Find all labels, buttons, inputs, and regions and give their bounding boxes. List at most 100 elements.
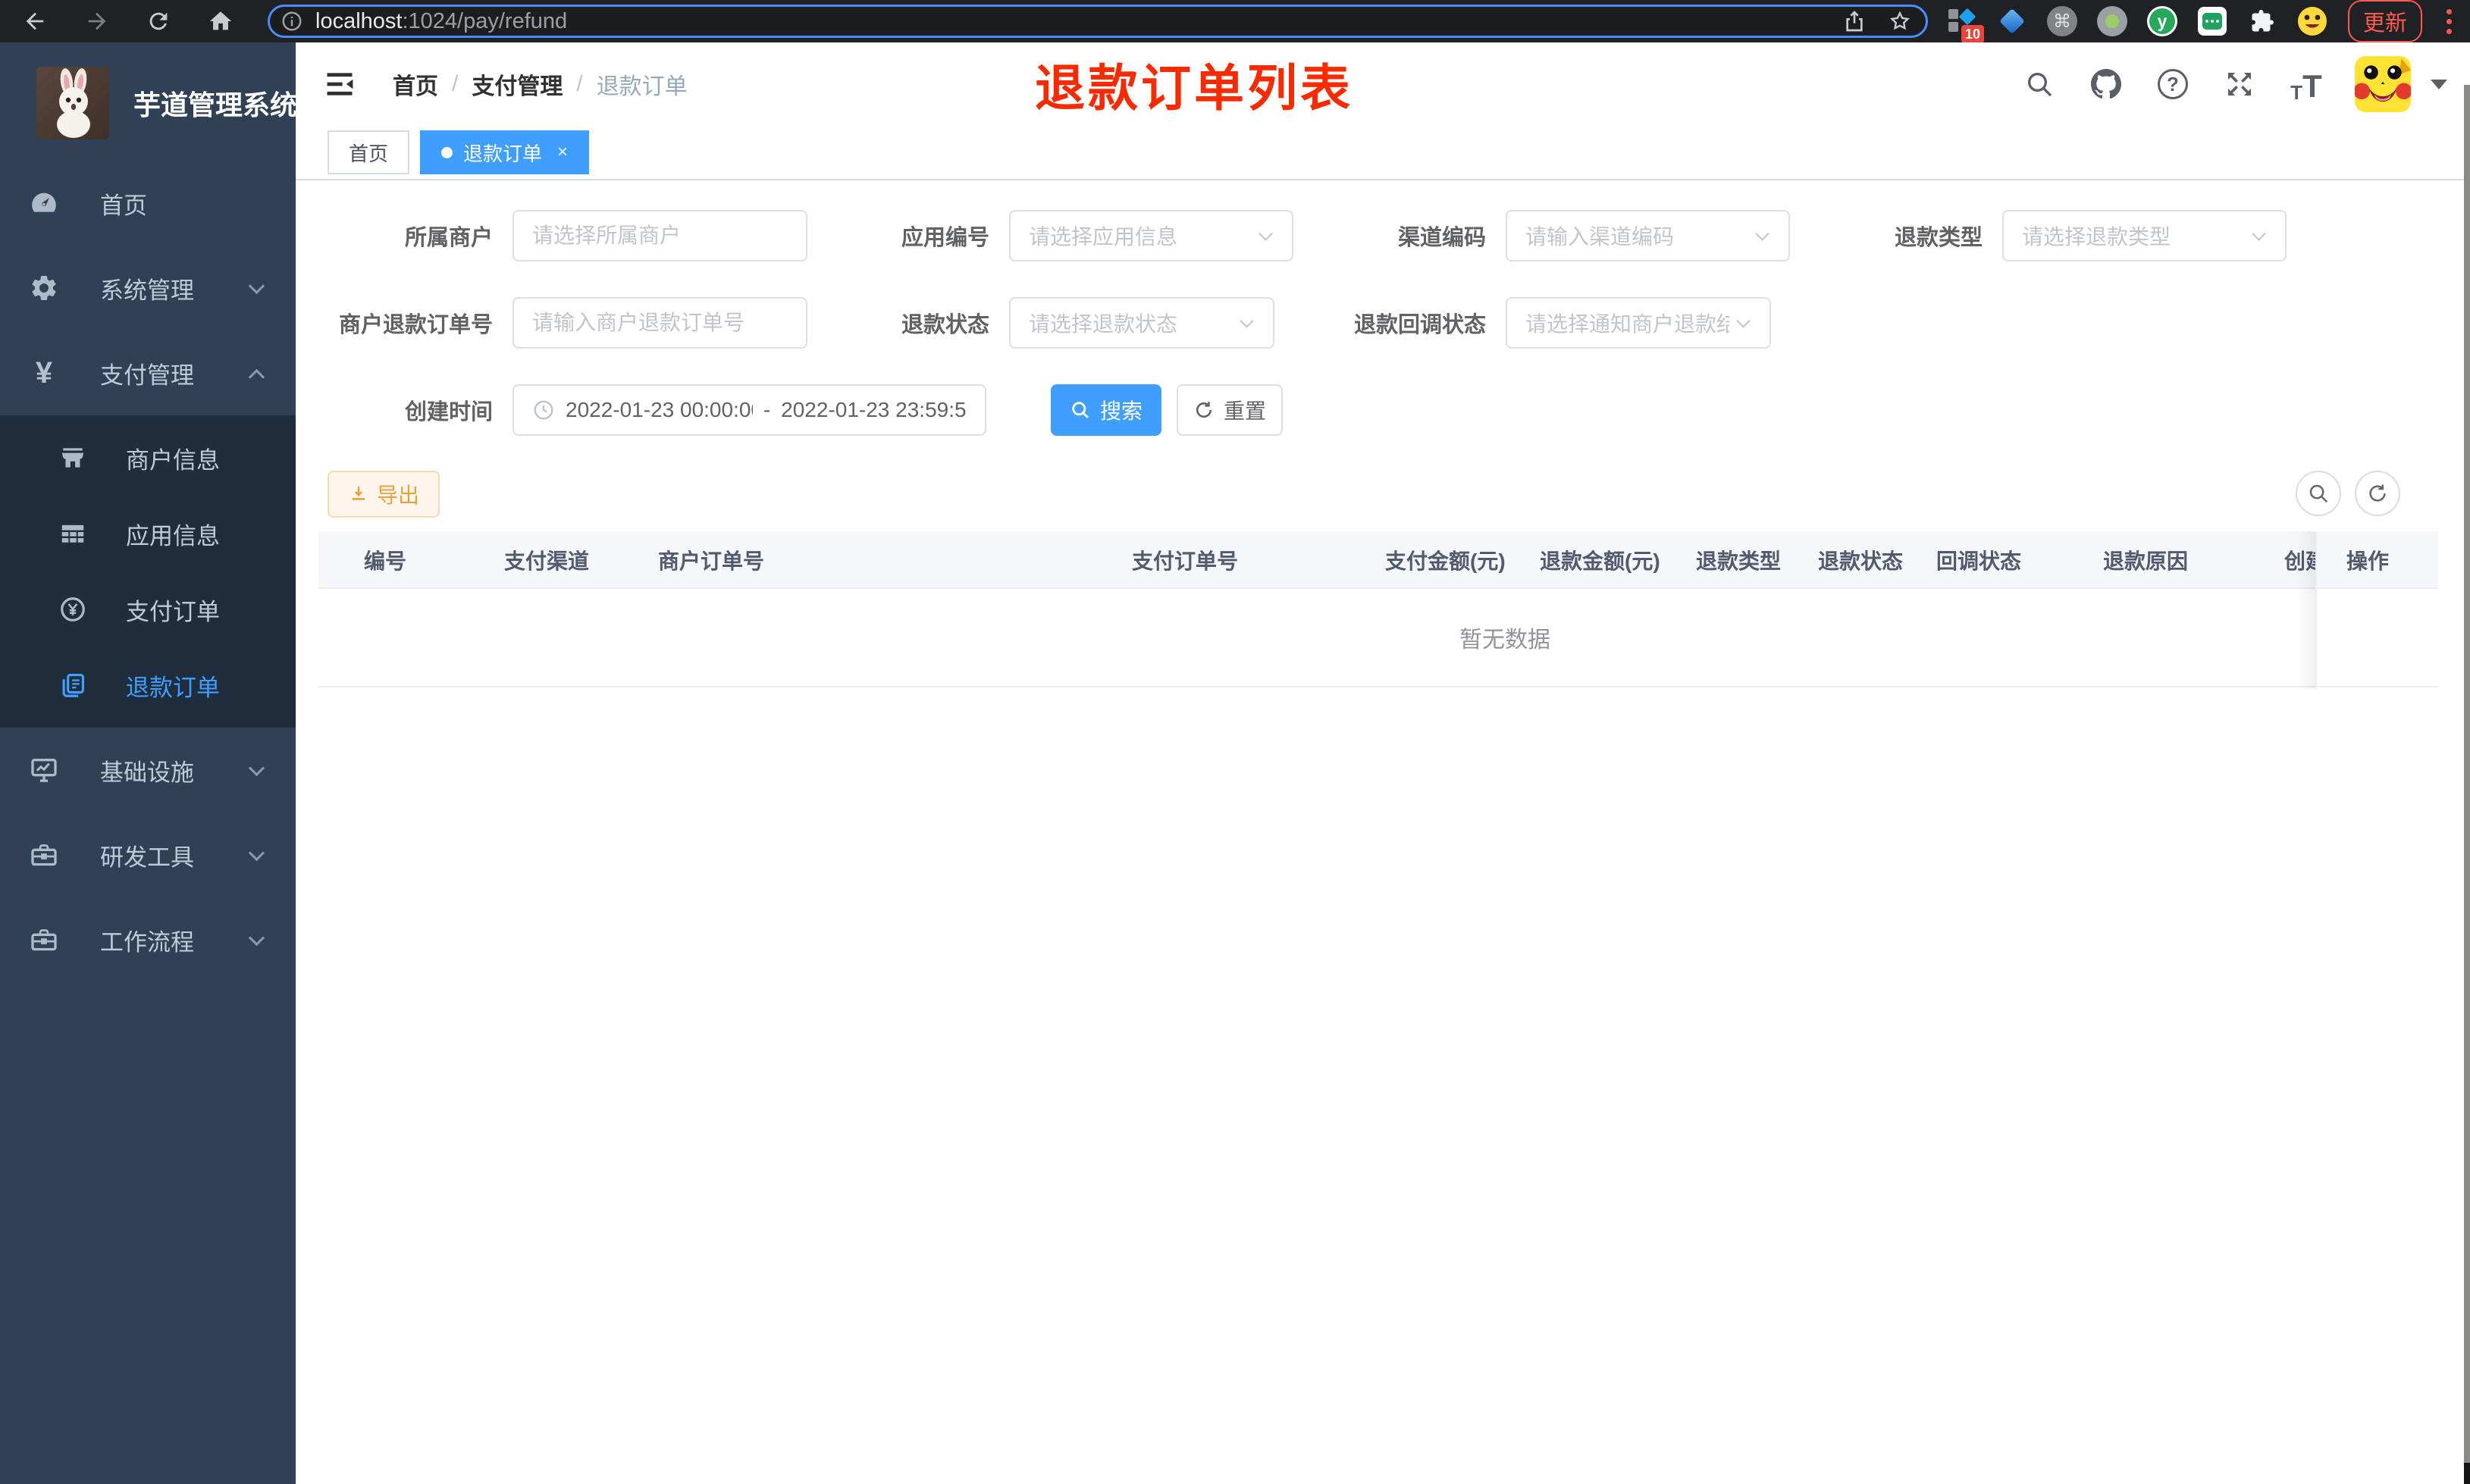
table-header: 编号 支付渠道 商户订单号 支付订单号 支付金额(元) 退款金额(元) 退款类型…	[318, 531, 2438, 589]
avatar-caret-icon[interactable]	[2431, 79, 2447, 89]
refund-type-select[interactable]: 请选择退款类型	[2002, 210, 2287, 261]
merchant-input[interactable]	[512, 210, 807, 261]
merchant-refund-no-field[interactable]	[532, 311, 788, 335]
browser-update-button[interactable]: 更新	[2348, 0, 2423, 42]
refund-table: 编号 支付渠道 商户订单号 支付订单号 支付金额(元) 退款金额(元) 退款类型…	[318, 531, 2438, 689]
browser-forward-icon[interactable]	[82, 5, 112, 38]
search-icon[interactable]	[2021, 66, 2058, 102]
fullscreen-icon[interactable]	[2221, 66, 2258, 102]
extension-grid-icon[interactable]: 10	[1946, 5, 1984, 43]
chevron-down-icon	[248, 844, 265, 862]
tag-home[interactable]: 首页	[328, 130, 410, 174]
date-range-end[interactable]: 2022-01-23 23:59:59	[781, 398, 967, 422]
merchant-refund-no-input[interactable]	[512, 297, 807, 349]
dashboard-icon	[27, 186, 61, 220]
filter-row-3: 创建时间 2022-01-23 00:00:00 - 2022-01-23 23…	[296, 384, 2470, 437]
github-icon[interactable]	[2088, 66, 2124, 102]
sidebar-item-merchant-info[interactable]: 商户信息	[0, 420, 296, 496]
filter-row-2: 商户退款订单号 退款状态 请选择退款状态 退款回调状态 请选择通知商户退款结果	[296, 296, 2470, 349]
font-size-icon[interactable]: TT	[2288, 66, 2324, 103]
breadcrumb-home[interactable]: 首页	[393, 67, 438, 101]
select-caret-icon	[2252, 226, 2266, 241]
column-header: 支付渠道	[504, 549, 590, 573]
reset-button[interactable]: 重置	[1177, 384, 1283, 436]
emoji-extension-icon[interactable]	[2296, 5, 2328, 37]
sidebar-item-dev-tools[interactable]: 研发工具	[0, 812, 296, 897]
sidebar-item-workflow[interactable]: 工作流程	[0, 897, 296, 982]
help-icon[interactable]: ?	[2155, 66, 2191, 102]
field-label: 退款状态	[901, 313, 989, 337]
sidebar-item-infrastructure[interactable]: 基础设施	[0, 728, 296, 812]
chevron-down-icon	[248, 759, 265, 777]
filter-row-1: 所属商户 应用编号 请选择应用信息 渠道编码 请输入渠道编码	[296, 209, 2470, 262]
chevron-down-icon	[248, 929, 265, 947]
refresh-icon	[1196, 402, 1212, 418]
select-caret-icon	[1736, 313, 1751, 328]
sidebar-item-pay-order[interactable]: 支付订单	[0, 571, 296, 647]
info-icon[interactable]	[281, 10, 303, 33]
sidebar-menu: 首页 系统管理 ¥ 支付管理 商户信息 应用信息 支付订单 退款订单 基础设施 …	[0, 161, 296, 982]
share-icon[interactable]	[1842, 9, 1867, 33]
create-time-range-picker[interactable]: 2022-01-23 00:00:00 - 2022-01-23 23:59:5…	[512, 384, 986, 436]
field-label: 退款类型	[1894, 226, 1983, 250]
export-button[interactable]: 导出	[328, 471, 440, 518]
browser-menu-kebab-icon[interactable]	[2439, 6, 2459, 37]
date-range-start[interactable]: 2022-01-23 00:00:00	[566, 398, 753, 422]
field-label: 退款回调状态	[1353, 313, 1486, 337]
refresh-table-button[interactable]	[2355, 471, 2400, 516]
field-label: 创建时间	[404, 400, 493, 424]
command-extension-icon[interactable]: ⌘	[2046, 5, 2078, 37]
fixed-column-shadow	[2297, 531, 2315, 689]
sidebar-item-payment[interactable]: ¥ 支付管理	[0, 330, 296, 415]
bookmark-star-icon[interactable]	[1888, 9, 1912, 33]
active-tag-dot	[441, 146, 453, 158]
column-header: 退款原因	[2103, 549, 2189, 573]
show-search-toggle-button[interactable]	[2296, 471, 2341, 516]
logo-row[interactable]: 芋道管理系统	[0, 42, 297, 142]
column-header: 编号	[364, 549, 407, 573]
browser-reload-icon[interactable]	[144, 5, 174, 38]
sidebar-item-label: 首页	[100, 192, 147, 219]
refresh-icon	[2369, 484, 2386, 502]
grey-dot-extension-icon[interactable]	[2096, 5, 2128, 37]
top-navbar: 首页 / 支付管理 / 退款订单 退款订单列表 ? TT	[296, 42, 2470, 126]
logo-rabbit-image	[36, 67, 109, 139]
channel-code-select[interactable]: 请输入渠道编码	[1506, 210, 1790, 261]
sidebar-item-refund-order[interactable]: 退款订单	[0, 647, 296, 723]
collapse-sidebar-icon[interactable]	[323, 67, 356, 101]
chat-extension-icon[interactable]	[2196, 5, 2228, 37]
sidebar-item-home[interactable]: 首页	[0, 161, 296, 246]
select-caret-icon	[1259, 226, 1273, 241]
chevron-down-icon	[248, 277, 265, 295]
column-header: 商户订单号	[658, 549, 765, 573]
browser-home-icon[interactable]	[205, 5, 236, 38]
page-title-watermark: 退款订单列表	[1035, 60, 1353, 116]
documents-icon	[56, 668, 89, 702]
app-no-select[interactable]: 请选择应用信息	[1009, 210, 1293, 261]
monitor-chart-icon	[27, 753, 61, 787]
navbar-actions: ? TT	[2021, 42, 2447, 126]
sidebar-item-system[interactable]: 系统管理	[0, 246, 296, 330]
green-y-extension-icon[interactable]: y	[2146, 5, 2178, 37]
avatar[interactable]	[2355, 56, 2411, 112]
tag-refund-order[interactable]: 退款订单 ×	[420, 130, 590, 174]
search-button[interactable]: 搜索	[1051, 384, 1161, 436]
sidebar-item-app-info[interactable]: 应用信息	[0, 496, 296, 571]
chevron-up-icon	[248, 368, 265, 386]
kite-extension-icon[interactable]	[1996, 5, 2028, 37]
table-body: 暂无数据	[318, 589, 2438, 687]
close-tag-icon[interactable]: ×	[557, 142, 568, 163]
sidebar-item-label: 研发工具	[100, 844, 194, 871]
column-header-actions: 操作	[2346, 549, 2390, 573]
breadcrumb-payment[interactable]: 支付管理	[472, 67, 563, 101]
refund-status-select[interactable]: 请选择退款状态	[1009, 297, 1274, 349]
browser-back-icon[interactable]	[20, 5, 50, 38]
yen-circle-icon	[56, 593, 89, 626]
breadcrumb-separator: /	[452, 71, 459, 96]
window-edge-notch	[2464, 1463, 2470, 1484]
callback-status-select[interactable]: 请选择通知商户退款结果	[1506, 297, 1771, 349]
sidebar-item-label: 退款订单	[126, 674, 220, 701]
merchant-input-field[interactable]	[532, 224, 788, 248]
puzzle-extensions-icon[interactable]	[2246, 5, 2278, 37]
url-bar[interactable]: localhost:1024/pay/refund	[268, 5, 1928, 38]
